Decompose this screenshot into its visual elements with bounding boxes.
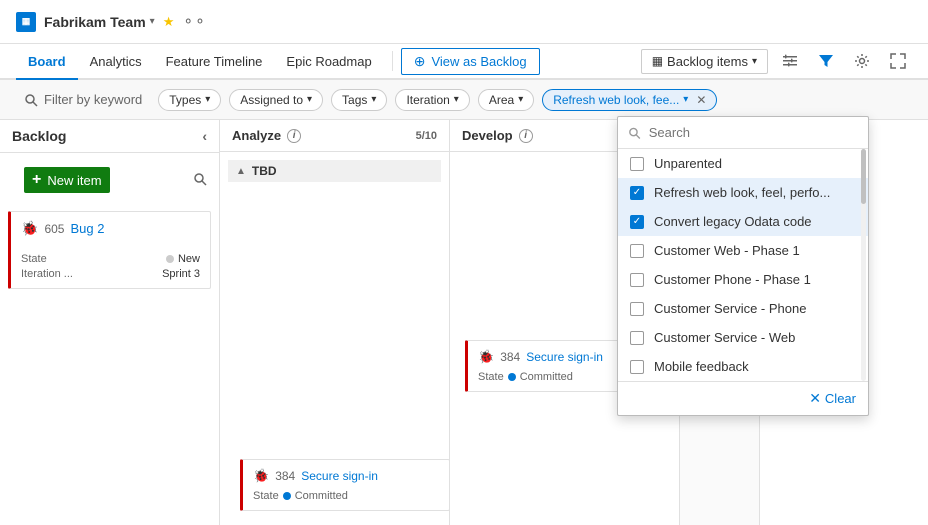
top-nav: ▦ Fabrikam Team ▾ ★ ⚬⚬ — [0, 0, 928, 44]
dropdown-item-customer-web[interactable]: Customer Web - Phase 1 — [618, 236, 868, 265]
develop-title: Develop — [462, 128, 513, 143]
bug-icon: 🐞 — [21, 220, 38, 237]
dropdown-search-input[interactable] — [649, 125, 858, 140]
area-dropdown: Unparented ✓ Refresh web look, feel, per… — [617, 116, 869, 416]
collapse-backlog-icon[interactable]: ‹ — [202, 128, 207, 144]
checkbox-cs-web[interactable] — [630, 331, 644, 345]
filter-keyword[interactable]: Filter by keyword — [16, 88, 150, 111]
develop-info-icon: i — [519, 129, 533, 143]
dropdown-item-cs-phone[interactable]: Customer Service - Phone — [618, 294, 868, 323]
people-icon[interactable]: ⚬⚬ — [182, 13, 205, 30]
settings-column-button[interactable] — [776, 47, 804, 75]
dropdown-item-mobile[interactable]: Mobile feedback — [618, 352, 868, 381]
dropdown-item-unparented[interactable]: Unparented — [618, 149, 868, 178]
filter-button[interactable] — [812, 47, 840, 75]
team-name: Fabrikam Team — [44, 14, 146, 30]
active-area-filter[interactable]: Refresh web look, fee... ▾ ✕ — [542, 89, 717, 111]
close-filter-icon[interactable]: ✕ — [696, 93, 706, 107]
swim-lane-tbd[interactable]: ▲ TBD — [228, 160, 441, 182]
swim-collapse-icon: ▲ — [236, 166, 246, 177]
grid-icon: ▦ — [652, 54, 663, 68]
clear-button[interactable]: ✕ Clear — [809, 390, 856, 407]
committed-dot-2 — [508, 373, 516, 381]
backlog-search-icon[interactable] — [193, 172, 207, 189]
backlog-item-card[interactable]: 🐞 605 Bug 2 State New Iteration ... Spri… — [8, 211, 211, 289]
checkbox-refresh[interactable]: ✓ — [630, 186, 644, 200]
item-state: New — [166, 253, 200, 265]
checkbox-customer-web[interactable] — [630, 244, 644, 258]
backlog-header: Backlog ‹ — [0, 120, 219, 153]
chevron-down-icon: ▾ — [752, 56, 757, 67]
area-filter[interactable]: Area ▾ — [478, 89, 534, 111]
dropdown-footer: ✕ Clear — [618, 381, 868, 415]
dropdown-items-list: Unparented ✓ Refresh web look, feel, per… — [618, 149, 868, 381]
tab-epic-roadmap[interactable]: Epic Roadmap — [274, 43, 383, 79]
dropdown-search-icon — [628, 126, 641, 140]
checkbox-customer-phone[interactable] — [630, 273, 644, 287]
checkbox-convert[interactable]: ✓ — [630, 215, 644, 229]
checkbox-mobile[interactable] — [630, 360, 644, 374]
column-analyze-header: Analyze i 5/10 — [220, 120, 449, 152]
checkbox-cs-phone[interactable] — [630, 302, 644, 316]
plus-icon: + — [32, 171, 41, 189]
expand-button[interactable] — [884, 47, 912, 75]
dropdown-item-customer-phone[interactable]: Customer Phone - Phase 1 — [618, 265, 868, 294]
assigned-chevron-icon: ▾ — [307, 94, 312, 105]
scrollbar-thumb[interactable] — [861, 149, 866, 204]
nav-tabs: Board Analytics Feature Timeline Epic Ro… — [0, 44, 928, 80]
team-logo-icon: ▦ — [16, 12, 36, 32]
active-filter-chevron-icon: ▾ — [683, 94, 688, 105]
dropdown-item-refresh[interactable]: ✓ Refresh web look, feel, perfo... — [618, 178, 868, 207]
view-as-backlog-button[interactable]: ⊕ View as Backlog — [401, 48, 540, 75]
clear-x-icon: ✕ — [809, 390, 821, 407]
team-chevron-icon[interactable]: ▾ — [150, 16, 155, 27]
area-chevron-icon: ▾ — [518, 94, 523, 105]
types-chevron-icon: ▾ — [205, 94, 210, 105]
tab-analytics[interactable]: Analytics — [78, 43, 154, 79]
settings-gear-button[interactable] — [848, 47, 876, 75]
iteration-chevron-icon: ▾ — [454, 94, 459, 105]
tab-board[interactable]: Board — [16, 44, 78, 80]
tags-filter[interactable]: Tags ▾ — [331, 89, 387, 111]
backlog-items-button[interactable]: ▦ Backlog items ▾ — [641, 49, 768, 74]
tab-feature-timeline[interactable]: Feature Timeline — [154, 43, 275, 79]
backlog-title: Backlog — [12, 128, 66, 144]
circle-arrow-icon: ⊕ — [414, 53, 426, 70]
card-bug-icon-2: 🐞 — [478, 349, 494, 365]
analyze-title: Analyze — [232, 128, 281, 143]
assigned-to-filter[interactable]: Assigned to ▾ — [229, 89, 323, 111]
dropdown-item-cs-web[interactable]: Customer Service - Web — [618, 323, 868, 352]
scrollbar-track — [861, 149, 866, 381]
checkbox-unparented[interactable] — [630, 157, 644, 171]
analyze-count: 5/10 — [416, 130, 437, 142]
backlog-panel: Backlog ‹ + New item 🐞 605 Bug 2 State — [0, 120, 220, 525]
types-filter[interactable]: Types ▾ — [158, 89, 221, 111]
tags-chevron-icon: ▾ — [371, 94, 376, 105]
new-item-button[interactable]: + New item — [24, 167, 110, 193]
iteration-filter[interactable]: Iteration ▾ — [395, 89, 469, 111]
info-icon: i — [287, 129, 301, 143]
favorite-star-icon[interactable]: ★ — [163, 14, 175, 30]
dropdown-item-convert[interactable]: ✓ Convert legacy Odata code — [618, 207, 868, 236]
nav-divider — [392, 51, 393, 71]
item-iteration: Sprint 3 — [162, 268, 200, 280]
filter-bar: Filter by keyword Types ▾ Assigned to ▾ … — [0, 80, 928, 120]
dropdown-search-bar — [618, 117, 868, 149]
